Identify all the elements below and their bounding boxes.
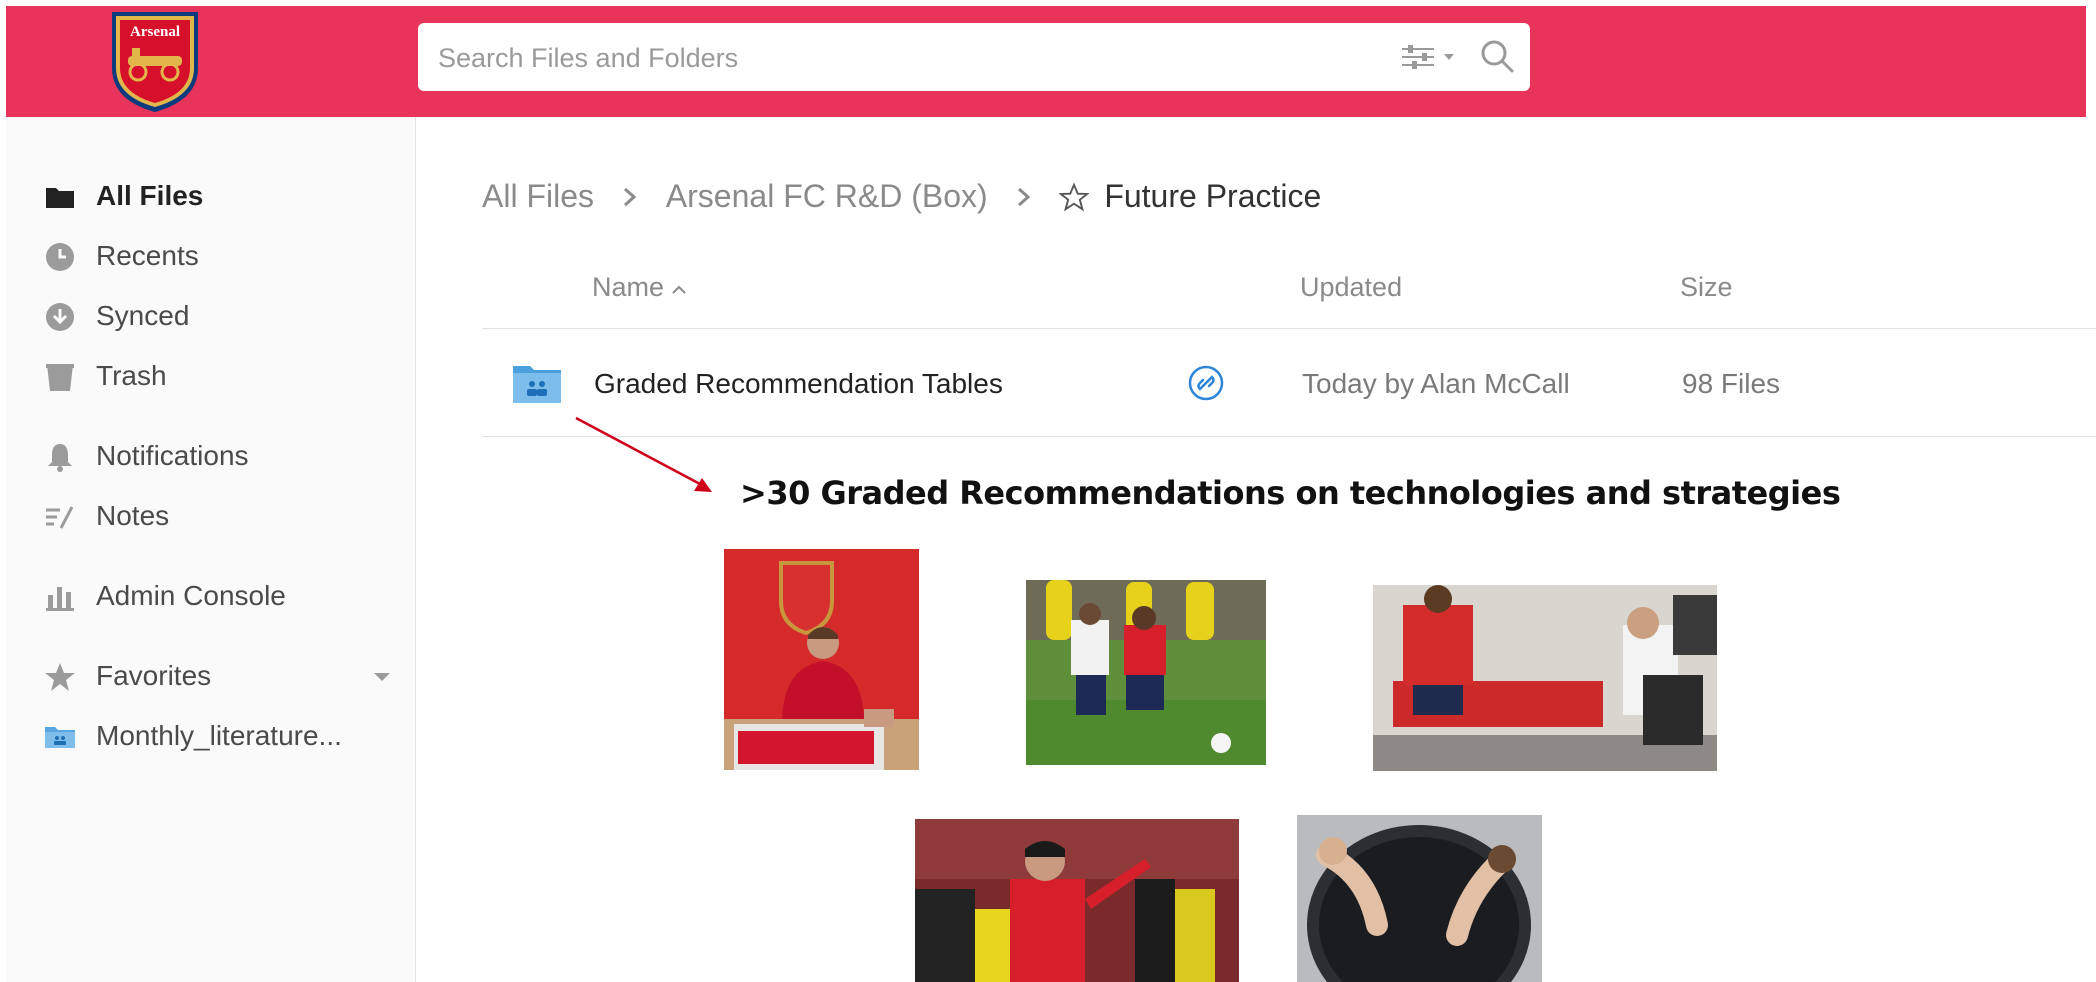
breadcrumb: All Files Arsenal FC R&D (Box) Future Pr… (482, 176, 1321, 220)
sidebar-item-all-files[interactable]: All Files (44, 175, 404, 219)
sync-download-icon (44, 301, 76, 333)
sidebar-item-favorites[interactable]: Favorites (44, 655, 404, 699)
search-icon[interactable] (1480, 39, 1514, 73)
file-size: 98 Files (1682, 368, 1781, 399)
training-drill-photo (1026, 580, 1266, 765)
search-filter-icon[interactable] (1400, 43, 1460, 71)
player-signing-photo (724, 549, 919, 770)
sidebar-item-label: Notes (96, 500, 170, 531)
sidebar-item-label: Trash (96, 360, 167, 391)
sidebar-item-notes[interactable]: Notes (44, 495, 404, 539)
shared-folder-icon (512, 364, 562, 404)
svg-text:Arsenal: Arsenal (130, 24, 180, 40)
annotation-arrow (575, 416, 712, 492)
sidebar-item-trash[interactable]: Trash (44, 355, 404, 399)
sidebar-item-label: Notifications (96, 440, 249, 471)
sidebar-item-label: Synced (96, 300, 190, 331)
breadcrumb-item-arsenal-rd[interactable]: Arsenal FC R&D (Box) (666, 178, 988, 214)
bell-icon (44, 441, 76, 473)
coach-sideline-photo (915, 819, 1239, 982)
file-name[interactable]: Graded Recommendation Tables (594, 368, 1003, 400)
sidebar-item-notifications[interactable]: Notifications (44, 435, 404, 479)
physio-assessment-photo (1373, 585, 1717, 771)
sidebar-item-synced[interactable]: Synced (44, 295, 404, 339)
column-header-label: Name (592, 272, 665, 302)
sidebar-item-admin-console[interactable]: Admin Console (44, 575, 404, 619)
breadcrumb-current: Future Practice (1104, 178, 1322, 215)
sidebar-item-label: Admin Console (96, 580, 286, 611)
chevron-down-icon[interactable] (374, 669, 390, 681)
search-input[interactable] (436, 23, 1400, 93)
bar-chart-icon (44, 581, 76, 613)
column-header-name[interactable]: Name (592, 272, 686, 303)
sidebar: All Files Recents Synced Trash Notificat… (6, 117, 416, 982)
clock-icon (44, 241, 76, 273)
top-bar: Arsenal (6, 6, 2086, 117)
trash-icon (44, 361, 76, 393)
chevron-right-icon (1017, 187, 1030, 206)
sidebar-item-label: Recents (96, 240, 199, 271)
sort-ascending-icon (672, 285, 686, 294)
sidebar-item-monthly-literature[interactable]: Monthly_literature... (44, 715, 404, 759)
search-bar (418, 23, 1530, 93)
shared-link-icon[interactable] (1188, 365, 1224, 401)
star-outline-icon[interactable] (1059, 181, 1090, 212)
shared-folder-icon (44, 721, 76, 753)
sidebar-item-label: Favorites (96, 660, 212, 691)
table-row[interactable]: Graded Recommendation Tables Today by Al… (482, 330, 2096, 436)
star-icon (44, 661, 76, 693)
column-header-size[interactable]: Size (1680, 272, 1733, 303)
chevron-right-icon (623, 187, 637, 206)
column-header-updated[interactable]: Updated (1300, 272, 1402, 303)
folder-icon (44, 181, 76, 213)
divider (482, 328, 2096, 329)
ice-bath-photo (1297, 815, 1542, 982)
arsenal-crest-logo[interactable]: Arsenal (106, 8, 204, 114)
sidebar-item-recents[interactable]: Recents (44, 235, 404, 279)
sidebar-item-label: All Files (96, 180, 204, 211)
breadcrumb-item-all-files[interactable]: All Files (482, 178, 594, 214)
divider (482, 436, 2096, 437)
notes-icon (44, 501, 76, 533)
file-updated: Today by Alan McCall (1302, 368, 1570, 399)
annotation-text: >30 Graded Recommendations on technologi… (740, 474, 1841, 512)
sidebar-item-label: Monthly_literature... (96, 720, 342, 751)
